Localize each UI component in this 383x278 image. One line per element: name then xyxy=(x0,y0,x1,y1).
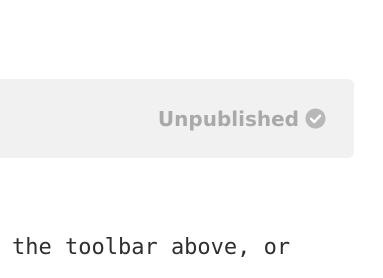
publish-status-bar: Unpublished xyxy=(0,79,354,158)
check-circle-icon xyxy=(305,108,326,129)
status-label: Unpublished xyxy=(157,106,299,131)
page: Unpublished the toolbar above, or xyxy=(0,0,383,278)
publish-status[interactable]: Unpublished xyxy=(158,79,326,158)
editor-body-text[interactable]: the toolbar above, or xyxy=(12,233,290,263)
